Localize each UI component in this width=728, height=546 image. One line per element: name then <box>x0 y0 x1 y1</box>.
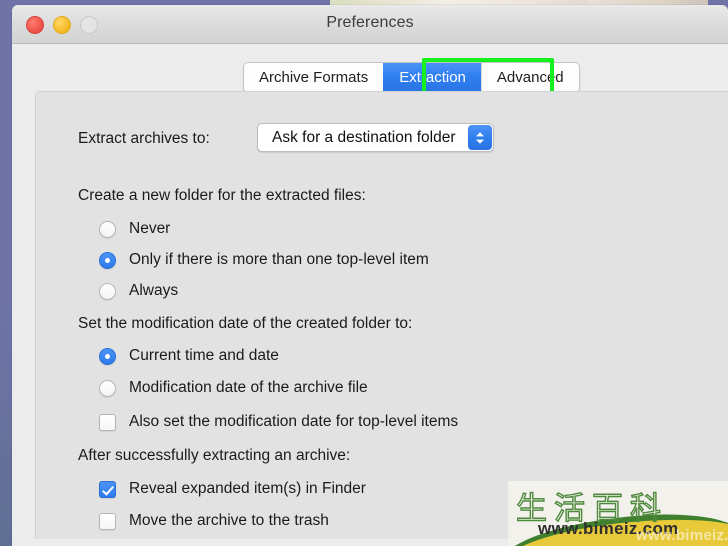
tab-advanced[interactable]: Advanced <box>481 63 579 92</box>
radio-row-archive-modification-date[interactable]: Modification date of the archive file <box>99 379 368 397</box>
after-extracting-label: After successfully extracting an archive… <box>78 447 350 465</box>
checkbox-move-to-trash[interactable] <box>99 513 116 530</box>
extract-archives-to-label: Extract archives to: <box>78 130 210 148</box>
checkbox-move-to-trash-label: Move the archive to the trash <box>129 512 329 530</box>
radio-row-never[interactable]: Never <box>99 220 170 238</box>
radio-always-label: Always <box>129 282 178 300</box>
watermark-ghost-text: www.bimeiz.com <box>636 527 728 544</box>
set-modification-date-label: Set the modification date of the created… <box>78 315 412 333</box>
radio-row-only-if-more-than-one[interactable]: Only if there is more than one top-level… <box>99 251 429 269</box>
preferences-window: Preferences Archive Formats Extraction A… <box>12 5 728 546</box>
watermark: 生活百科 www.bimeiz.com www.bimeiz.com <box>508 481 728 546</box>
extract-destination-popup[interactable]: Ask for a destination folder <box>257 123 494 152</box>
window-title: Preferences <box>12 14 728 32</box>
checkbox-reveal-in-finder[interactable] <box>99 481 116 498</box>
chevron-updown-icon <box>468 125 492 150</box>
extraction-settings-pane: Extract archives to: Ask for a destinati… <box>35 91 728 539</box>
checkbox-row-top-level-items[interactable]: Also set the modification date for top-l… <box>99 413 458 431</box>
tab-strip: Archive Formats Extraction Advanced <box>12 44 728 92</box>
checkbox-reveal-in-finder-label: Reveal expanded item(s) in Finder <box>129 480 366 498</box>
tab-extraction[interactable]: Extraction <box>383 63 481 92</box>
radio-always[interactable] <box>99 283 116 300</box>
checkbox-top-level-items-label: Also set the modification date for top-l… <box>129 413 458 431</box>
checkbox-row-move-to-trash[interactable]: Move the archive to the trash <box>99 512 329 530</box>
radio-row-always[interactable]: Always <box>99 282 178 300</box>
tab-group: Archive Formats Extraction Advanced <box>243 62 580 93</box>
radio-only-if-more-than-one-label: Only if there is more than one top-level… <box>129 251 429 269</box>
radio-never[interactable] <box>99 221 116 238</box>
radio-row-current-time-and-date[interactable]: Current time and date <box>99 347 279 365</box>
checkbox-top-level-items[interactable] <box>99 414 116 431</box>
radio-current-time-and-date[interactable] <box>99 348 116 365</box>
tab-archive-formats[interactable]: Archive Formats <box>244 63 383 92</box>
radio-never-label: Never <box>129 220 170 238</box>
window-titlebar: Preferences <box>12 5 728 44</box>
radio-archive-modification-date-label: Modification date of the archive file <box>129 379 368 397</box>
extract-destination-value: Ask for a destination folder <box>258 129 468 147</box>
checkbox-row-reveal-in-finder[interactable]: Reveal expanded item(s) in Finder <box>99 480 366 498</box>
radio-archive-modification-date[interactable] <box>99 380 116 397</box>
create-new-folder-label: Create a new folder for the extracted fi… <box>78 187 366 205</box>
radio-only-if-more-than-one[interactable] <box>99 252 116 269</box>
radio-current-time-and-date-label: Current time and date <box>129 347 279 365</box>
